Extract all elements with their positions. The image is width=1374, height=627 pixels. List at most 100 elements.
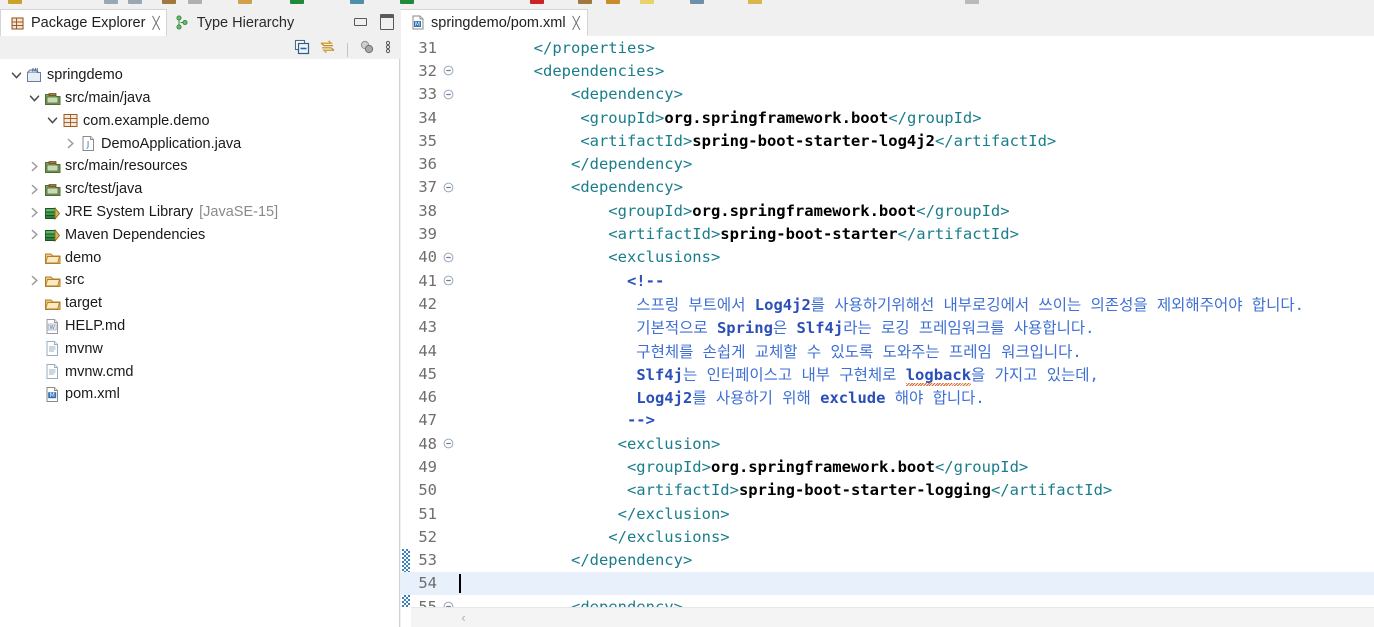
tree-item-maven-dependencies[interactable]: Maven Dependencies [0,224,399,247]
close-icon[interactable]: ╳ [152,17,159,29]
code-token-txt: spring-boot-starter-log4j2 [692,132,935,150]
fold-collapse-icon[interactable] [439,252,457,263]
tab-label: Package Explorer [31,15,145,31]
code-text: </exclusions> [457,528,730,546]
run-icon[interactable] [290,0,304,4]
code-line-55[interactable]: 55 <dependency> [401,595,1374,607]
tree-item-jre-system-library[interactable]: JRE System Library [JavaSE-15] [0,201,399,224]
code-line-40[interactable]: 40 <exclusions> [401,246,1374,269]
open-task-icon[interactable] [748,0,762,4]
next-annotation-icon[interactable] [690,0,704,4]
type-hierarchy-icon [174,12,192,34]
view-menu-filters-icon[interactable] [359,39,375,60]
tree-item-label: mvnw [65,342,103,357]
code-line-51[interactable]: 51 </exclusion> [401,502,1374,525]
code-line-45[interactable]: 45 Slf4j는 인터페이스고 내부 구현체로 logback을 가지고 있는… [401,362,1374,385]
code-line-54[interactable]: 54 [401,572,1374,595]
link-with-editor-icon[interactable] [319,39,336,60]
terminate-icon[interactable] [530,0,544,4]
tree-item-demoapplication-java[interactable]: JDemoApplication.java [0,132,399,155]
tree-item-demo[interactable]: demo [0,246,399,269]
chevron-down-icon[interactable] [26,87,42,109]
code-line-42[interactable]: 42 스프링 부트에서 Log4j2를 사용하기위해선 내부로깅에서 쓰이는 의… [401,292,1374,315]
chevron-right-icon[interactable] [26,201,42,223]
chevron-right-icon[interactable] [62,133,78,155]
scroll-left-icon[interactable]: ‹ [455,608,472,627]
save-all-icon[interactable] [128,0,142,4]
tree-item-src[interactable]: src [0,269,399,292]
code-viewport[interactable]: 31 </properties>32 <dependencies>33 <dep… [401,36,1374,607]
code-line-36[interactable]: 36 </dependency> [401,152,1374,175]
code-line-49[interactable]: 49 <groupId>org.springframework.boot</gr… [401,455,1374,478]
tree-item-mvnw-cmd[interactable]: mvnw.cmd [0,360,399,383]
code-line-48[interactable]: 48 <exclusion> [401,432,1374,455]
code-line-53[interactable]: 53 </dependency> [401,549,1374,572]
code-token-tag: <groupId> [459,109,664,127]
code-line-47[interactable]: 47 --> [401,409,1374,432]
tree-item-src-test-java[interactable]: src/test/java [0,178,399,201]
code-line-35[interactable]: 35 <artifactId>spring-boot-starter-log4j… [401,129,1374,152]
tree-item-label: JRE System Library [65,205,193,220]
eclipse-ide-window: Package Explorer ╳ Type Hierarchy [0,0,1374,627]
view-menu-icon[interactable] [384,39,392,60]
code-line-37[interactable]: 37 <dependency> [401,176,1374,199]
code-line-32[interactable]: 32 <dependencies> [401,59,1374,82]
debug-icon[interactable] [238,0,252,4]
fold-collapse-icon[interactable] [439,275,457,286]
horizontal-scrollbar[interactable]: ‹ [411,607,1374,627]
build-icon[interactable] [188,0,202,4]
print-icon[interactable] [162,0,176,4]
maximize-icon[interactable] [380,14,394,30]
code-token-txt: org.springframework.boot [692,202,916,220]
tree-item-help-md[interactable]: WHELP.md [0,315,399,338]
tree-item-src-main-java[interactable]: src/main/java [0,87,399,110]
fold-collapse-icon[interactable] [439,182,457,193]
tree-item-src-main-resources[interactable]: src/main/resources [0,155,399,178]
new-icon[interactable] [8,0,22,4]
code-line-52[interactable]: 52 </exclusions> [401,525,1374,548]
tab-package-explorer[interactable]: Package Explorer ╳ [0,9,167,36]
code-line-39[interactable]: 39 <artifactId>spring-boot-starter</arti… [401,222,1374,245]
code-line-33[interactable]: 33 <dependency> [401,83,1374,106]
minimize-icon[interactable] [354,18,367,26]
open-type-icon[interactable] [578,0,592,4]
tree-item-pom-xml[interactable]: Mpom.xml [0,383,399,406]
chevron-right-icon[interactable] [26,178,42,200]
chevron-down-icon[interactable] [44,110,60,132]
code-line-46[interactable]: 46 Log4j2를 사용하기 위해 exclude 해야 합니다. [401,385,1374,408]
code-line-43[interactable]: 43 기본적으로 Spring은 Slf4j라는 로깅 프레임워크를 사용합니다… [401,316,1374,339]
new-package-icon[interactable] [606,0,620,4]
external-tools-icon[interactable] [350,0,364,4]
code-line-41[interactable]: 41 <!-- [401,269,1374,292]
perspective-icon[interactable] [965,0,979,4]
fold-collapse-icon[interactable] [439,65,457,76]
tree-item-suffix: [JavaSE-15] [199,204,278,220]
code-line-38[interactable]: 38 <groupId>org.springframework.boot</gr… [401,199,1374,222]
run-server-icon[interactable] [400,0,414,4]
save-icon[interactable] [104,0,118,4]
tree-item-mvnw[interactable]: mvnw [0,338,399,361]
code-line-50[interactable]: 50 <artifactId>spring-boot-starter-loggi… [401,479,1374,502]
tree-item-com-example-demo[interactable]: com.example.demo [0,110,399,133]
chevron-right-icon[interactable] [26,270,42,292]
search-icon[interactable] [640,0,654,4]
collapse-all-icon[interactable] [294,39,310,60]
code-line-44[interactable]: 44 구현체를 손쉽게 교체할 수 있도록 도와주는 프레임 워크입니다. [401,339,1374,362]
code-lines[interactable]: 31 </properties>32 <dependencies>33 <dep… [401,36,1374,607]
chevron-down-icon[interactable] [8,64,24,86]
chevron-right-icon[interactable] [26,224,42,246]
code-line-34[interactable]: 34 <groupId>org.springframework.boot</gr… [401,106,1374,129]
tree-item-springdemo[interactable]: MJspringdemo [0,64,399,87]
fold-collapse-icon[interactable] [439,89,457,100]
code-token-tag: <dependency> [459,178,683,196]
tree-spacer [26,247,42,269]
tab-pom-xml[interactable]: M springdemo/pom.xml ╳ [401,9,588,36]
chevron-right-icon[interactable] [26,156,42,178]
project-tree[interactable]: MJspringdemosrc/main/javacom.example.dem… [0,59,400,627]
tab-type-hierarchy[interactable]: Type Hierarchy [167,9,301,36]
tree-item-target[interactable]: target [0,292,399,315]
package-icon [60,110,80,132]
close-icon[interactable]: ╳ [573,17,580,29]
code-line-31[interactable]: 31 </properties> [401,36,1374,59]
fold-collapse-icon[interactable] [439,438,457,449]
